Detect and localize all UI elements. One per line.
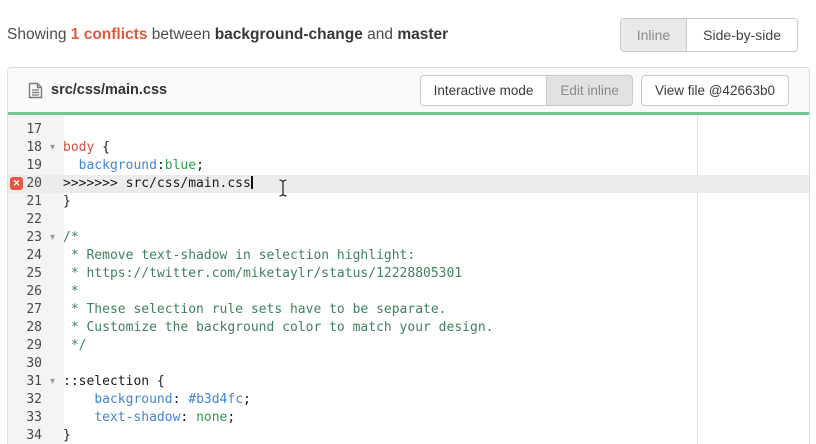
code-line-22[interactable]: 22 bbox=[8, 211, 809, 229]
code-line-18[interactable]: 18▾body { bbox=[8, 139, 809, 157]
line-number: 24 bbox=[8, 247, 42, 265]
code-line-20[interactable]: ✕20>>>>>>> src/css/main.css bbox=[8, 175, 809, 193]
line-number: 28 bbox=[8, 319, 42, 337]
file-icon bbox=[28, 82, 43, 99]
code-text: * These selection rule sets have to be s… bbox=[63, 301, 447, 319]
code-lines: 161718▾body {19 background:blue;✕20>>>>>… bbox=[8, 115, 809, 444]
branch-b-name: master bbox=[397, 26, 448, 43]
fold-arrow-icon[interactable]: ▾ bbox=[42, 229, 63, 247]
conflict-count: 1 conflicts bbox=[71, 26, 148, 43]
code-text: * bbox=[63, 283, 79, 301]
line-number: 29 bbox=[8, 337, 42, 355]
summary-and: and bbox=[367, 26, 393, 43]
code-line-27[interactable]: 27 * These selection rule sets have to b… bbox=[8, 301, 809, 319]
line-number: 18 bbox=[8, 139, 42, 157]
line-number: 31 bbox=[8, 373, 42, 391]
code-text: * https://twitter.com/miketaylr/status/1… bbox=[63, 265, 462, 283]
line-number: 21 bbox=[8, 193, 42, 211]
fold-gutter-space bbox=[42, 319, 63, 337]
code-text: } bbox=[63, 427, 71, 444]
file-name: src/css/main.css bbox=[51, 82, 167, 98]
code-line-30[interactable]: 30 bbox=[8, 355, 809, 373]
code-line-34[interactable]: 34} bbox=[8, 427, 809, 444]
line-number: 32 bbox=[8, 391, 42, 409]
conflict-marker-icon: ✕ bbox=[10, 177, 23, 190]
fold-arrow-icon[interactable]: ▾ bbox=[42, 373, 63, 391]
code-line-19[interactable]: 19 background:blue; bbox=[8, 157, 809, 175]
file-conflict-panel: src/css/main.css Interactive mode Edit i… bbox=[7, 67, 810, 444]
code-text: body { bbox=[63, 139, 110, 157]
code-line-32[interactable]: 32 background: #b3d4fc; bbox=[8, 391, 809, 409]
text-caret bbox=[251, 176, 253, 189]
side-by-side-view-button[interactable]: Side-by-side bbox=[687, 19, 797, 51]
code-text: } bbox=[63, 193, 71, 211]
line-number: 22 bbox=[8, 211, 42, 229]
view-file-button[interactable]: View file @42663b0 bbox=[641, 75, 789, 106]
code-line-24[interactable]: 24 * Remove text-shadow in selection hig… bbox=[8, 247, 809, 265]
fold-gutter-space bbox=[42, 211, 63, 229]
fold-gutter-space bbox=[42, 157, 63, 175]
fold-gutter-space bbox=[42, 247, 63, 265]
fold-gutter-space bbox=[42, 265, 63, 283]
code-text: */ bbox=[63, 337, 86, 355]
code-line-31[interactable]: 31▾::selection { bbox=[8, 373, 809, 391]
fold-arrow-icon[interactable]: ▾ bbox=[42, 139, 63, 157]
inline-view-button[interactable]: Inline bbox=[621, 19, 687, 51]
line-number: 27 bbox=[8, 301, 42, 319]
line-number: 23 bbox=[8, 229, 42, 247]
fold-gutter-space bbox=[42, 301, 63, 319]
code-text: >>>>>>> src/css/main.css bbox=[63, 175, 253, 193]
code-line-29[interactable]: 29 */ bbox=[8, 337, 809, 355]
interactive-mode-button[interactable]: Interactive mode bbox=[420, 75, 547, 106]
fold-gutter-space bbox=[42, 337, 63, 355]
code-text: ::selection { bbox=[63, 373, 165, 391]
code-text: text-shadow: none; bbox=[63, 409, 235, 427]
fold-gutter-space bbox=[42, 121, 63, 139]
fold-gutter-space bbox=[42, 175, 63, 193]
view-mode-toggle: Inline Side-by-side bbox=[620, 18, 798, 52]
code-text: * Remove text-shadow in selection highli… bbox=[63, 247, 415, 265]
branch-a-name: background-change bbox=[215, 26, 363, 43]
summary-prefix: Showing bbox=[7, 26, 66, 43]
code-text: * Customize the background color to matc… bbox=[63, 319, 493, 337]
file-header: src/css/main.css Interactive mode Edit i… bbox=[8, 68, 809, 115]
code-line-28[interactable]: 28 * Customize the background color to m… bbox=[8, 319, 809, 337]
line-number: 25 bbox=[8, 265, 42, 283]
file-header-actions: Interactive mode Edit inline View file @… bbox=[420, 75, 789, 106]
conflict-summary-text: Showing 1 conflicts between background-c… bbox=[7, 26, 448, 44]
file-info: src/css/main.css bbox=[28, 82, 167, 99]
summary-between: between bbox=[152, 26, 211, 43]
fold-gutter-space bbox=[42, 409, 63, 427]
edit-inline-button[interactable]: Edit inline bbox=[546, 75, 633, 106]
line-number: 33 bbox=[8, 409, 42, 427]
line-number: 34 bbox=[8, 427, 42, 444]
fold-gutter-space bbox=[42, 283, 63, 301]
code-line-25[interactable]: 25 * https://twitter.com/miketaylr/statu… bbox=[8, 265, 809, 283]
fold-gutter-space bbox=[42, 427, 63, 444]
code-text: /* bbox=[63, 229, 79, 247]
fold-gutter-space bbox=[42, 193, 63, 211]
code-line-33[interactable]: 33 text-shadow: none; bbox=[8, 409, 809, 427]
line-number: 30 bbox=[8, 355, 42, 373]
conflict-summary-bar: Showing 1 conflicts between background-c… bbox=[0, 0, 816, 67]
line-number: 17 bbox=[8, 121, 42, 139]
line-number: 26 bbox=[8, 283, 42, 301]
code-text: background: #b3d4fc; bbox=[63, 391, 251, 409]
code-text: background:blue; bbox=[63, 157, 204, 175]
edit-mode-button-group: Interactive mode Edit inline bbox=[420, 75, 633, 106]
code-editor[interactable]: 161718▾body {19 background:blue;✕20>>>>>… bbox=[8, 115, 809, 444]
fold-gutter-space bbox=[42, 355, 63, 373]
fold-gutter-space bbox=[42, 391, 63, 409]
mouse-ibeam-cursor bbox=[277, 178, 289, 202]
code-line-21[interactable]: 21} bbox=[8, 193, 809, 211]
code-line-26[interactable]: 26 * bbox=[8, 283, 809, 301]
code-line-17[interactable]: 17 bbox=[8, 121, 809, 139]
line-number: 19 bbox=[8, 157, 42, 175]
code-line-23[interactable]: 23▾/* bbox=[8, 229, 809, 247]
